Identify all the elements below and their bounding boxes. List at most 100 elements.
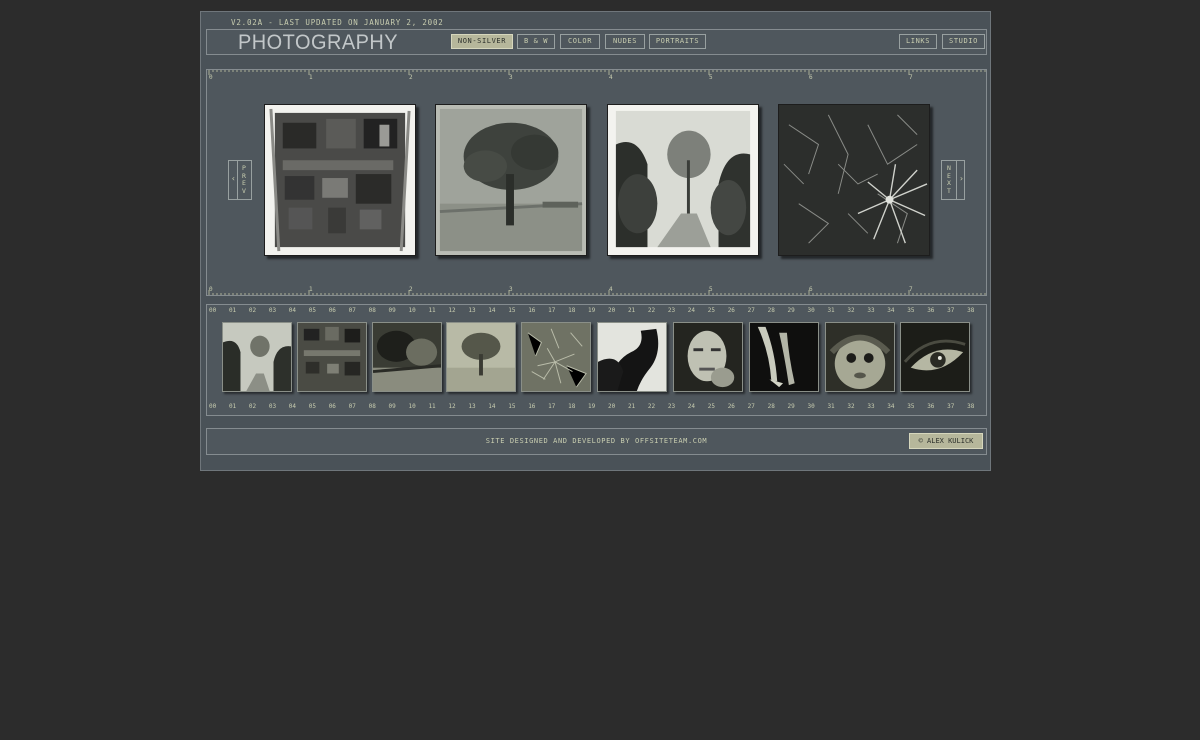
ruler-number: 3 xyxy=(509,286,513,293)
tree-lined-road-photo-icon xyxy=(608,105,758,255)
ruler-number: 0 xyxy=(209,286,213,293)
frame-number: 34 xyxy=(887,307,895,314)
filmstrip: 00 01 02 03 04 05 06 07 08 09 10 11 12 13 14 15 16 17 18 19… xyxy=(206,304,987,416)
frame-number: 03 xyxy=(268,403,277,410)
frost-crystals-photo[interactable] xyxy=(778,104,930,256)
frame-number: 19 xyxy=(588,307,596,314)
frame-number: 29 xyxy=(787,307,795,314)
frame-number: 08 xyxy=(368,403,376,410)
frame-number: 05 xyxy=(308,403,316,410)
ruler-ticks-bottom xyxy=(208,290,986,295)
frame-number: 20 xyxy=(608,403,616,410)
frame-number: 27 xyxy=(747,307,755,314)
next-button[interactable]: n e x t › xyxy=(941,160,965,200)
frame-number: 04 xyxy=(288,403,297,410)
credit-text: site designed and developed by offsitete… xyxy=(207,437,986,445)
nav-studio[interactable]: studio xyxy=(942,34,985,49)
prev-letter: v xyxy=(242,186,246,195)
frame-number: 15 xyxy=(508,403,516,410)
frame-number: 37 xyxy=(947,403,955,410)
filmstrip-numbers-top: 00 01 02 03 04 05 06 07 08 09 10 11 12 13 14 15 16 17 18 19… xyxy=(207,306,986,318)
frame-number: 00 xyxy=(209,403,217,410)
filmstrip-numbers-bottom: 00 01 02 03 04 05 06 07 08 09 10 11 12 13 14 15 16 17 18 19… xyxy=(207,402,986,414)
frame-number: 14 xyxy=(488,403,496,410)
thumbnail[interactable] xyxy=(297,322,367,392)
ruler-number: 1 xyxy=(309,74,313,81)
frame-number: 31 xyxy=(827,307,835,314)
site-logo[interactable]: PHOTOGRAPHY xyxy=(238,31,398,55)
thumbnail[interactable] xyxy=(372,322,442,392)
crossed-legs-thumb-icon xyxy=(750,323,818,391)
ruler-number: 3 xyxy=(509,74,513,81)
frame-number: 25 xyxy=(707,403,715,410)
frame-number: 21 xyxy=(627,307,636,314)
footer: site designed and developed by offsitete… xyxy=(206,428,987,455)
viewer-ruler-top xyxy=(207,70,986,82)
dark-landscape-thumb-icon xyxy=(373,323,441,391)
pager-divider xyxy=(237,161,238,199)
frame-number: 12 xyxy=(448,403,456,410)
frame-number: 22 xyxy=(647,307,656,314)
credit-link[interactable]: offsiteteam.com xyxy=(635,437,707,445)
frame-number: 15 xyxy=(508,307,516,314)
frame-number: 35 xyxy=(907,403,915,410)
nav-color[interactable]: color xyxy=(560,34,600,49)
frame-number: 27 xyxy=(747,403,755,410)
frame-number: 03 xyxy=(268,307,277,314)
nav-non-silver[interactable]: non-silver xyxy=(451,34,513,49)
ruler-number: 4 xyxy=(609,74,613,81)
frame-number: 33 xyxy=(867,307,875,314)
frame-number: 21 xyxy=(627,403,636,410)
frame-number: 20 xyxy=(608,307,616,314)
frame-number: 34 xyxy=(887,403,895,410)
frame-number: 13 xyxy=(468,307,476,314)
lone-tree-photo[interactable] xyxy=(435,104,587,256)
nav-links[interactable]: links xyxy=(899,34,937,49)
frame-number: 32 xyxy=(847,307,855,314)
frame-number: 17 xyxy=(548,403,556,410)
frame-number: 10 xyxy=(408,403,416,410)
frame-number: 36 xyxy=(927,403,935,410)
thumbnail[interactable] xyxy=(222,322,292,392)
frame-number: 10 xyxy=(408,307,416,314)
ruler-number: 4 xyxy=(609,286,613,293)
nav-portraits[interactable]: portraits xyxy=(649,34,706,49)
frame-number: 24 xyxy=(687,403,696,410)
frame-number: 09 xyxy=(388,403,396,410)
pager-divider xyxy=(956,161,957,199)
prev-button[interactable]: ‹ p r e v xyxy=(228,160,252,200)
thumbnail[interactable] xyxy=(521,322,591,392)
ruler-number: 2 xyxy=(409,286,413,293)
nav-black-and-white[interactable]: b & w xyxy=(517,34,555,49)
frame-number: 02 xyxy=(248,307,257,314)
frost-crystals-thumb-icon xyxy=(522,323,590,391)
ruler-number: 1 xyxy=(309,286,313,293)
frame-number: 26 xyxy=(727,403,735,410)
frame-number: 07 xyxy=(348,307,356,314)
frame-number: 24 xyxy=(687,307,696,314)
frame-number: 29 xyxy=(787,403,795,410)
man-portrait-thumb-icon xyxy=(674,323,742,391)
frame-number: 01 xyxy=(228,307,237,314)
frame-number: 16 xyxy=(528,307,536,314)
ruler-number: 5 xyxy=(709,74,713,81)
copyright-button[interactable]: © alex kulick xyxy=(909,433,983,449)
frame-number: 25 xyxy=(707,307,715,314)
thumbnail[interactable] xyxy=(446,322,516,392)
thumbnail[interactable] xyxy=(825,322,895,392)
nav-nudes[interactable]: nudes xyxy=(605,34,645,49)
thumbnail[interactable] xyxy=(749,322,819,392)
frame-number: 13 xyxy=(468,403,476,410)
frame-number: 22 xyxy=(647,403,656,410)
nude-silhouette-thumb-icon xyxy=(598,323,666,391)
frame-number: 18 xyxy=(568,307,576,314)
thumbnail[interactable] xyxy=(597,322,667,392)
thumbnail[interactable] xyxy=(673,322,743,392)
frame-number: 38 xyxy=(967,307,975,314)
ruined-building-photo[interactable] xyxy=(264,104,416,256)
thumbnail[interactable] xyxy=(900,322,970,392)
ruler-number: 6 xyxy=(809,74,813,81)
tree-lined-road-photo[interactable] xyxy=(607,104,759,256)
frame-number: 28 xyxy=(767,307,775,314)
ruler-number: 2 xyxy=(409,74,413,81)
